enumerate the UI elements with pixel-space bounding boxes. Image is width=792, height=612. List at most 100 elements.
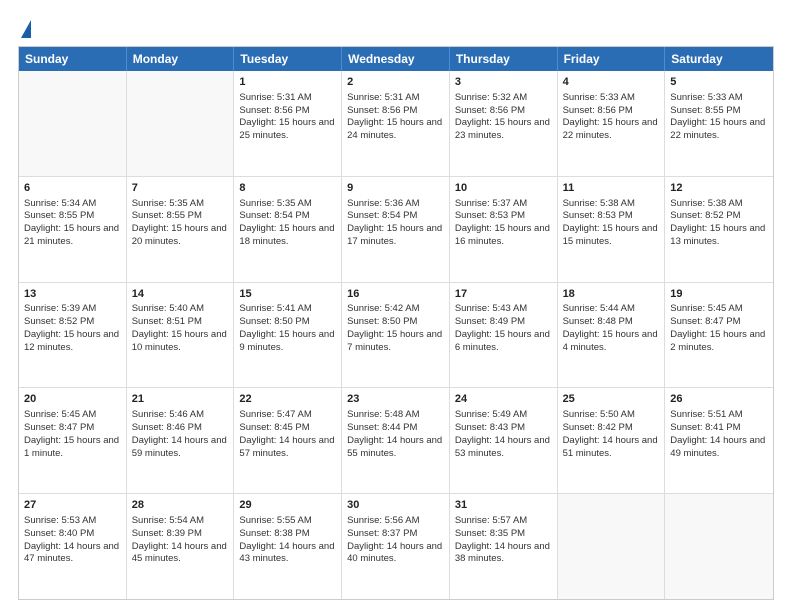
day-number: 27 <box>24 498 121 513</box>
sunrise-text: Sunrise: 5:54 AM <box>132 515 229 528</box>
sunset-text: Sunset: 8:56 PM <box>455 105 552 118</box>
sunset-text: Sunset: 8:52 PM <box>670 210 768 223</box>
cal-cell-14: 14Sunrise: 5:40 AMSunset: 8:51 PMDayligh… <box>127 283 235 388</box>
logo <box>18 18 31 38</box>
day-number: 23 <box>347 392 444 407</box>
daylight-text: Daylight: 14 hours and 43 minutes. <box>239 541 336 567</box>
daylight-text: Daylight: 15 hours and 18 minutes. <box>239 223 336 249</box>
cal-cell-empty-4-6 <box>665 494 773 599</box>
sunrise-text: Sunrise: 5:39 AM <box>24 303 121 316</box>
sunset-text: Sunset: 8:40 PM <box>24 528 121 541</box>
sunset-text: Sunset: 8:56 PM <box>239 105 336 118</box>
day-number: 5 <box>670 75 768 90</box>
day-number: 24 <box>455 392 552 407</box>
day-number: 25 <box>563 392 660 407</box>
sunrise-text: Sunrise: 5:49 AM <box>455 409 552 422</box>
daylight-text: Daylight: 14 hours and 59 minutes. <box>132 435 229 461</box>
cal-week-2: 13Sunrise: 5:39 AMSunset: 8:52 PMDayligh… <box>19 282 773 388</box>
sunset-text: Sunset: 8:50 PM <box>239 316 336 329</box>
sunrise-text: Sunrise: 5:34 AM <box>24 198 121 211</box>
cal-cell-21: 21Sunrise: 5:46 AMSunset: 8:46 PMDayligh… <box>127 388 235 493</box>
day-number: 26 <box>670 392 768 407</box>
cal-cell-8: 8Sunrise: 5:35 AMSunset: 8:54 PMDaylight… <box>234 177 342 282</box>
sunset-text: Sunset: 8:51 PM <box>132 316 229 329</box>
daylight-text: Daylight: 15 hours and 17 minutes. <box>347 223 444 249</box>
day-number: 3 <box>455 75 552 90</box>
sunrise-text: Sunrise: 5:48 AM <box>347 409 444 422</box>
day-number: 20 <box>24 392 121 407</box>
sunset-text: Sunset: 8:50 PM <box>347 316 444 329</box>
sunrise-text: Sunrise: 5:38 AM <box>563 198 660 211</box>
cal-cell-19: 19Sunrise: 5:45 AMSunset: 8:47 PMDayligh… <box>665 283 773 388</box>
day-number: 28 <box>132 498 229 513</box>
daylight-text: Daylight: 14 hours and 51 minutes. <box>563 435 660 461</box>
sunrise-text: Sunrise: 5:35 AM <box>132 198 229 211</box>
daylight-text: Daylight: 15 hours and 23 minutes. <box>455 117 552 143</box>
cal-cell-13: 13Sunrise: 5:39 AMSunset: 8:52 PMDayligh… <box>19 283 127 388</box>
cal-cell-9: 9Sunrise: 5:36 AMSunset: 8:54 PMDaylight… <box>342 177 450 282</box>
daylight-text: Daylight: 14 hours and 40 minutes. <box>347 541 444 567</box>
day-number: 18 <box>563 287 660 302</box>
sunrise-text: Sunrise: 5:31 AM <box>239 92 336 105</box>
cal-header-monday: Monday <box>127 47 235 71</box>
cal-cell-20: 20Sunrise: 5:45 AMSunset: 8:47 PMDayligh… <box>19 388 127 493</box>
daylight-text: Daylight: 15 hours and 13 minutes. <box>670 223 768 249</box>
sunset-text: Sunset: 8:38 PM <box>239 528 336 541</box>
cal-cell-12: 12Sunrise: 5:38 AMSunset: 8:52 PMDayligh… <box>665 177 773 282</box>
sunrise-text: Sunrise: 5:43 AM <box>455 303 552 316</box>
sunset-text: Sunset: 8:55 PM <box>24 210 121 223</box>
day-number: 16 <box>347 287 444 302</box>
daylight-text: Daylight: 15 hours and 10 minutes. <box>132 329 229 355</box>
sunset-text: Sunset: 8:47 PM <box>670 316 768 329</box>
cal-cell-15: 15Sunrise: 5:41 AMSunset: 8:50 PMDayligh… <box>234 283 342 388</box>
sunset-text: Sunset: 8:48 PM <box>563 316 660 329</box>
sunrise-text: Sunrise: 5:37 AM <box>455 198 552 211</box>
day-number: 31 <box>455 498 552 513</box>
day-number: 10 <box>455 181 552 196</box>
daylight-text: Daylight: 15 hours and 6 minutes. <box>455 329 552 355</box>
sunrise-text: Sunrise: 5:45 AM <box>670 303 768 316</box>
day-number: 2 <box>347 75 444 90</box>
sunrise-text: Sunrise: 5:51 AM <box>670 409 768 422</box>
sunrise-text: Sunrise: 5:31 AM <box>347 92 444 105</box>
daylight-text: Daylight: 14 hours and 57 minutes. <box>239 435 336 461</box>
cal-cell-2: 2 Sunrise: 5:31 AMSunset: 8:56 PMDaylight… <box>342 71 450 176</box>
day-number: 15 <box>239 287 336 302</box>
daylight-text: Daylight: 15 hours and 20 minutes. <box>132 223 229 249</box>
daylight-text: Daylight: 15 hours and 21 minutes. <box>24 223 121 249</box>
sunset-text: Sunset: 8:49 PM <box>455 316 552 329</box>
daylight-text: Daylight: 14 hours and 47 minutes. <box>24 541 121 567</box>
cal-cell-10: 10Sunrise: 5:37 AMSunset: 8:53 PMDayligh… <box>450 177 558 282</box>
day-number: 11 <box>563 181 660 196</box>
sunrise-text: Sunrise: 5:46 AM <box>132 409 229 422</box>
cal-cell-23: 23Sunrise: 5:48 AMSunset: 8:44 PMDayligh… <box>342 388 450 493</box>
sunrise-text: Sunrise: 5:38 AM <box>670 198 768 211</box>
cal-week-4: 27Sunrise: 5:53 AMSunset: 8:40 PMDayligh… <box>19 493 773 599</box>
calendar-header-row: SundayMondayTuesdayWednesdayThursdayFrid… <box>19 47 773 71</box>
sunrise-text: Sunrise: 5:45 AM <box>24 409 121 422</box>
sunset-text: Sunset: 8:56 PM <box>347 105 444 118</box>
daylight-text: Daylight: 14 hours and 53 minutes. <box>455 435 552 461</box>
daylight-text: Daylight: 15 hours and 1 minute. <box>24 435 121 461</box>
sunset-text: Sunset: 8:54 PM <box>347 210 444 223</box>
cal-header-friday: Friday <box>558 47 666 71</box>
sunrise-text: Sunrise: 5:33 AM <box>670 92 768 105</box>
sunset-text: Sunset: 8:42 PM <box>563 422 660 435</box>
sunset-text: Sunset: 8:35 PM <box>455 528 552 541</box>
cal-cell-5: 5Sunrise: 5:33 AMSunset: 8:55 PMDaylight… <box>665 71 773 176</box>
cal-cell-25: 25Sunrise: 5:50 AMSunset: 8:42 PMDayligh… <box>558 388 666 493</box>
sunrise-text: Sunrise: 5:56 AM <box>347 515 444 528</box>
cal-week-1: 6Sunrise: 5:34 AMSunset: 8:55 PMDaylight… <box>19 176 773 282</box>
cal-cell-30: 30Sunrise: 5:56 AMSunset: 8:37 PMDayligh… <box>342 494 450 599</box>
daylight-text: Daylight: 15 hours and 15 minutes. <box>563 223 660 249</box>
day-number: 19 <box>670 287 768 302</box>
cal-cell-1: 1Sunrise: 5:31 AMSunset: 8:56 PMDaylight… <box>234 71 342 176</box>
sunset-text: Sunset: 8:44 PM <box>347 422 444 435</box>
daylight-text: Daylight: 15 hours and 16 minutes. <box>455 223 552 249</box>
daylight-text: Daylight: 15 hours and 24 minutes. <box>347 117 444 143</box>
day-number: 1 <box>239 75 336 90</box>
daylight-text: Daylight: 14 hours and 49 minutes. <box>670 435 768 461</box>
daylight-text: Daylight: 15 hours and 7 minutes. <box>347 329 444 355</box>
day-number: 22 <box>239 392 336 407</box>
day-number: 14 <box>132 287 229 302</box>
